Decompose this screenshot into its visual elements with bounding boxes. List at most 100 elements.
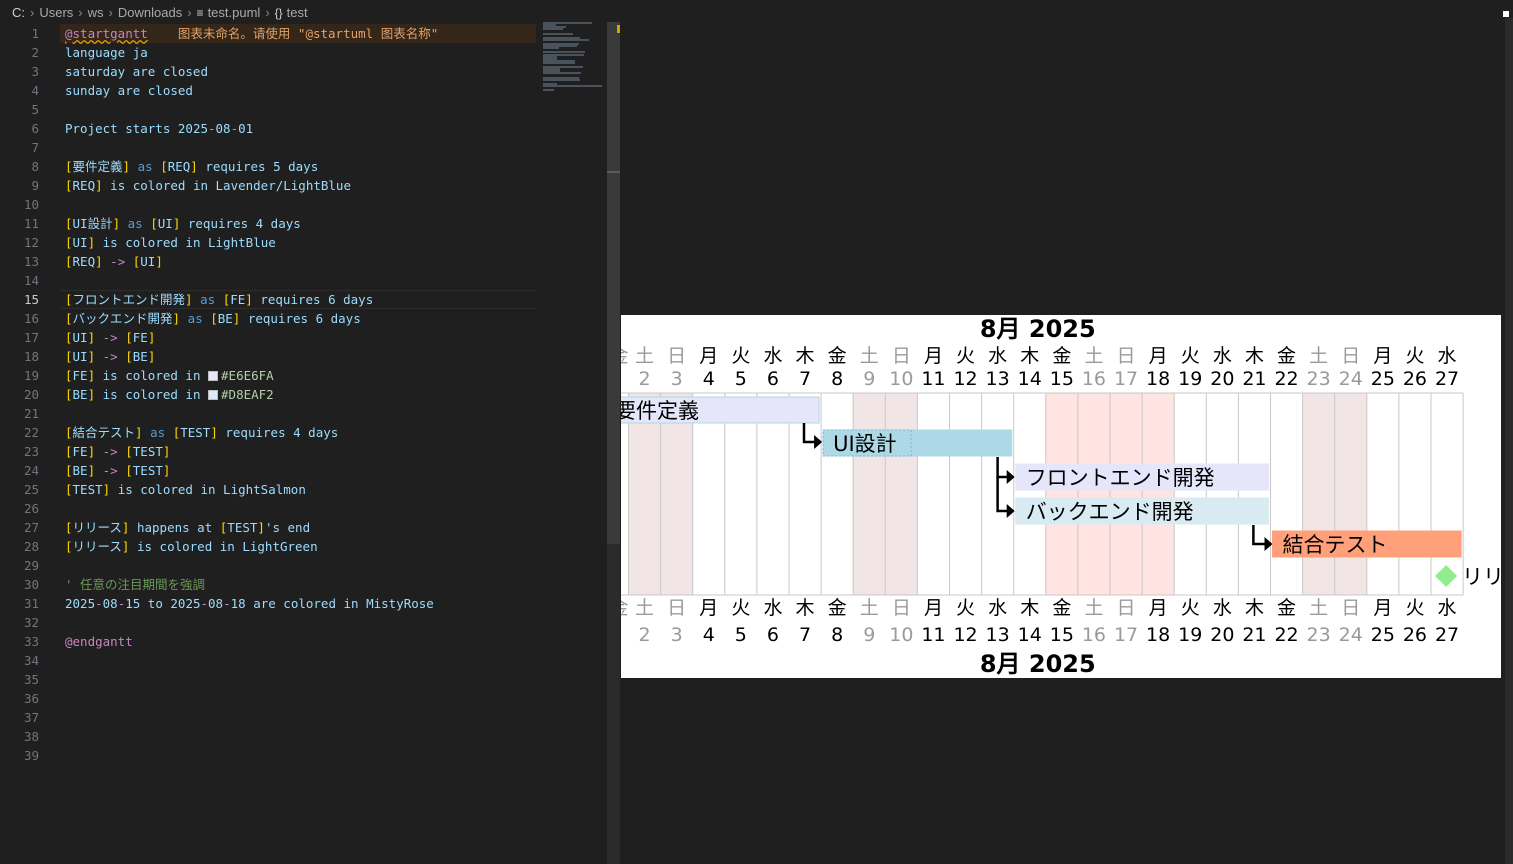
color-swatch-icon[interactable] xyxy=(208,371,219,381)
day-column-shade xyxy=(1077,393,1110,595)
code-line[interactable]: [リリース] is colored in LightGreen xyxy=(65,537,318,556)
color-swatch-icon[interactable] xyxy=(208,390,219,400)
preview-scroll-up-icon[interactable] xyxy=(1503,11,1509,17)
code-line[interactable]: [BE] -> [TEST] xyxy=(65,461,170,480)
breadcrumb-item[interactable]: Users xyxy=(39,5,73,20)
minimap-line xyxy=(543,28,564,31)
code-token: sunday are closed xyxy=(65,83,193,98)
weekday-label: 土 xyxy=(1309,597,1328,619)
code-line[interactable]: [バックエンド開発] as [BE] requires 6 days xyxy=(65,309,361,328)
symbol-braces-icon: {} xyxy=(274,5,283,20)
code-token: [ xyxy=(65,311,73,326)
task-label: 結合テスト xyxy=(1283,533,1388,557)
day-number-label: 17 xyxy=(1114,624,1138,646)
code-line[interactable]: [UI] -> [BE] xyxy=(65,347,155,366)
day-number-label: 3 xyxy=(671,624,683,646)
code-token: ] xyxy=(87,463,96,478)
code-line[interactable]: ' 任意の注目期間を強調 xyxy=(65,575,205,594)
weekday-label: 水 xyxy=(1213,597,1232,619)
day-number-label: 24 xyxy=(1339,368,1363,390)
weekday-label: 金 xyxy=(828,597,847,619)
code-line[interactable]: [UI設計] as [UI] requires 4 days xyxy=(65,214,301,233)
code-token: ] xyxy=(95,254,103,269)
weekday-label: 木 xyxy=(1245,345,1264,367)
weekday-label: 月 xyxy=(1373,597,1392,619)
code-editor[interactable]: C: › Users › ws › Downloads › ≡ test.puml ›{} test … xyxy=(0,0,620,864)
code-line[interactable]: language ja xyxy=(65,43,148,62)
code-line[interactable]: [UI] -> [FE] xyxy=(65,328,155,347)
code-token: バックエンド開発 xyxy=(72,311,173,326)
code-line[interactable]: [BE] is colored in #D8EAF2 xyxy=(65,385,274,404)
code-token: as xyxy=(120,216,151,231)
code-line[interactable]: [FE] is colored in #E6E6FA xyxy=(65,366,274,385)
code-line[interactable]: [FE] -> [TEST] xyxy=(65,442,170,461)
breadcrumb-item[interactable]: Downloads xyxy=(118,5,182,20)
breadcrumb-item[interactable]: ws xyxy=(88,5,104,20)
code-token: ' 任意の注目期間を強調 xyxy=(65,577,206,592)
task-label: バックエンド開発 xyxy=(1026,500,1194,524)
weekday-label: 火 xyxy=(956,345,975,367)
weekday-label: 金 xyxy=(828,345,847,367)
code-line[interactable]: [REQ] -> [UI] xyxy=(65,252,163,271)
code-token: is colored in LightBlue xyxy=(95,235,276,250)
weekday-label: 土 xyxy=(860,345,879,367)
code-line[interactable]: [要件定義] as [REQ] requires 5 days xyxy=(65,157,318,176)
preview-scrollbar[interactable] xyxy=(1505,18,1513,864)
breadcrumb-item[interactable]: C: xyxy=(12,5,25,20)
line-number: 28 xyxy=(23,539,39,554)
editor-scrollbar-thumb[interactable] xyxy=(607,22,620,544)
code-token: - xyxy=(95,596,103,611)
day-number-label: 22 xyxy=(1274,624,1298,646)
code-line[interactable]: [TEST] is colored in LightSalmon xyxy=(65,480,306,499)
code-token: TEST xyxy=(132,444,163,459)
weekday-label: 日 xyxy=(1117,597,1136,619)
code-line[interactable]: Project starts 2025-08-01 xyxy=(65,119,253,138)
code-line[interactable]: sunday are closed xyxy=(65,81,193,100)
code-token: BE xyxy=(132,349,148,364)
code-line[interactable]: [結合テスト] as [TEST] requires 4 days xyxy=(65,423,338,442)
day-number-label: 20 xyxy=(1210,624,1234,646)
code-line[interactable]: [REQ] is colored in Lavender/LightBlue xyxy=(65,176,351,195)
code-token: [ xyxy=(65,330,73,345)
line-number: 33 xyxy=(23,634,39,649)
code-line[interactable]: [フロントエンド開発] as [FE] requires 6 days xyxy=(65,290,373,309)
minimap-line xyxy=(543,38,589,41)
code-token: Project starts xyxy=(65,121,178,136)
weekday-label: 火 xyxy=(731,345,750,367)
day-column-shade xyxy=(1334,393,1367,595)
day-number-label: 23 xyxy=(1307,624,1331,646)
minimap[interactable] xyxy=(543,22,607,102)
code-line[interactable]: [UI] is colored in LightBlue xyxy=(65,233,276,252)
code-line[interactable]: @startgantt 图表未命名。请使用 "@startuml 图表名称" xyxy=(65,24,438,43)
day-number-label: 5 xyxy=(735,624,747,646)
code-token: 15 to 2025 xyxy=(125,596,201,611)
day-number-label: 19 xyxy=(1178,624,1202,646)
day-number-label: 21 xyxy=(1242,624,1266,646)
weekday-label: 火 xyxy=(1405,345,1424,367)
code-token: [ xyxy=(160,159,168,174)
breadcrumb-item[interactable]: test xyxy=(287,5,308,20)
month-label-bottom: 8月 2025 xyxy=(980,650,1096,678)
code-token: REQ xyxy=(72,254,96,269)
code-token: FE xyxy=(72,444,88,459)
code-line[interactable]: @endgantt xyxy=(65,632,133,651)
code-token: TEST xyxy=(180,425,211,440)
diagram-preview-pane[interactable]: 8月 20258月 2025金金土2土2日3日3月4月4火5火5水6水6木7木7… xyxy=(621,0,1513,864)
code-line[interactable]: [リリース] happens at [TEST]'s end xyxy=(65,518,310,537)
code-token: 2025 xyxy=(177,121,208,136)
code-line[interactable]: saturday are closed xyxy=(65,62,208,81)
code-token: as xyxy=(142,425,173,440)
day-number-label: 12 xyxy=(953,624,977,646)
breadcrumb-item[interactable]: test.puml xyxy=(208,5,261,20)
line-number: 23 xyxy=(23,444,39,459)
code-token: TEST xyxy=(132,463,163,478)
code-token: -> xyxy=(95,463,126,478)
weekday-label: 水 xyxy=(988,597,1007,619)
code-token: リリース xyxy=(72,520,122,535)
code-token: as xyxy=(130,159,161,174)
weekday-label: 水 xyxy=(1213,345,1232,367)
code-token: @endgantt xyxy=(65,634,133,649)
code-token: 2025 xyxy=(65,596,96,611)
day-number-label: 8 xyxy=(831,624,843,646)
code-line[interactable]: 2025-08-15 to 2025-08-18 are colored in … xyxy=(65,594,434,613)
